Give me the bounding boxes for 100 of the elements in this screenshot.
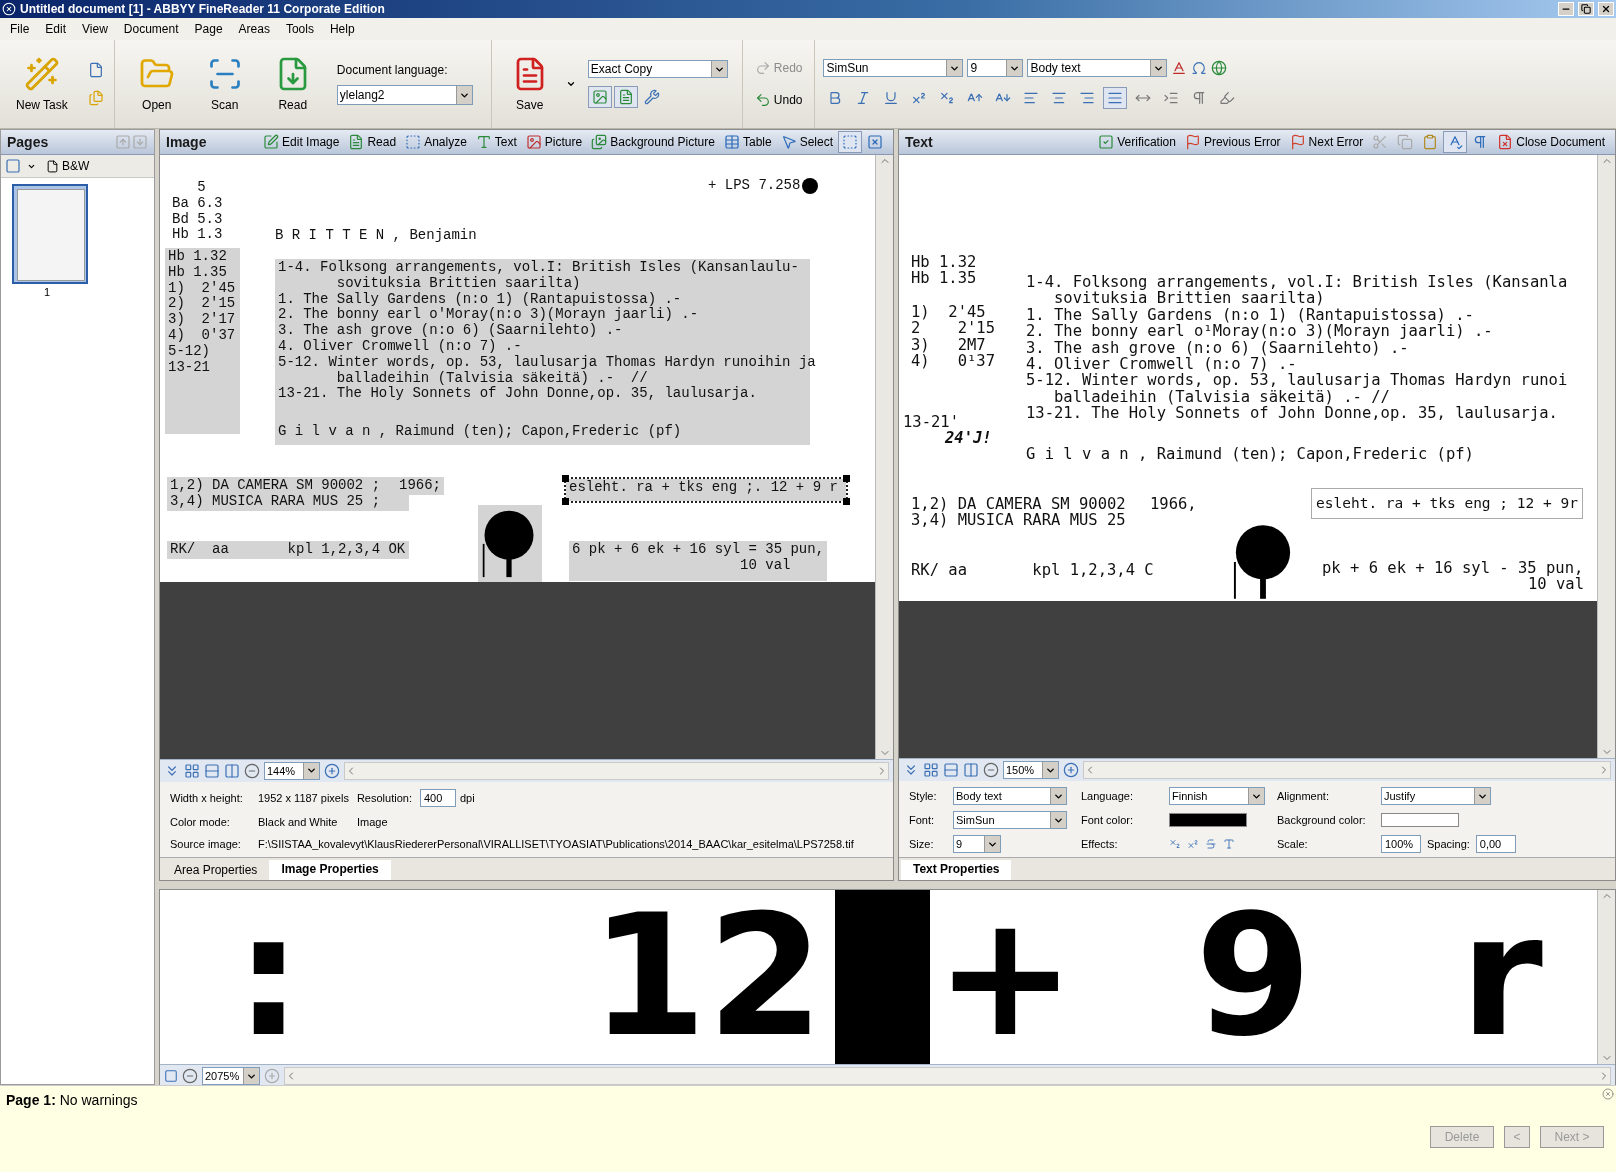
resize-handle[interactable] <box>562 498 569 505</box>
menu-item[interactable]: Page <box>186 22 231 36</box>
vertical-scrollbar[interactable] <box>1597 155 1615 759</box>
zoom-select[interactable]: 150% <box>1003 761 1059 780</box>
scanned-text-line: 4) 0'37 <box>168 328 236 344</box>
small-caps-icon <box>1223 838 1235 851</box>
properties-tab[interactable]: Area Properties <box>162 860 270 880</box>
style-select[interactable]: Body text <box>953 787 1067 806</box>
align-center-icon <box>1051 90 1068 106</box>
recognized-text-line: 4) 0¹37 <box>911 353 995 370</box>
scissors-icon <box>1372 134 1389 150</box>
background-color-swatch[interactable] <box>1381 813 1459 828</box>
size-select[interactable]: 9 <box>967 59 1024 77</box>
close-document-icon <box>1497 134 1514 150</box>
toolbar-button[interactable]: Table <box>719 131 776 153</box>
property-label: Effects: <box>1081 838 1119 851</box>
horizontal-scrollbar[interactable] <box>1083 761 1611 780</box>
open-button[interactable]: Open <box>132 52 181 116</box>
property-value: Black and White <box>258 816 339 829</box>
style-select[interactable]: Body text <box>1027 59 1168 77</box>
resolution-field[interactable]: 400 <box>419 789 456 808</box>
size-select[interactable]: 9 <box>953 835 1001 854</box>
vertical-scrollbar[interactable] <box>1597 890 1615 1065</box>
restore-button[interactable] <box>1578 2 1594 16</box>
scanned-text-line: 1. The Sally Gardens (n:o 1) (Rantapuistossa) .- <box>278 291 682 307</box>
pages-icon <box>87 90 104 106</box>
scanned-text-line: 10 val <box>739 557 791 574</box>
undo-button[interactable]: Undo <box>750 89 807 111</box>
recognized-text-line: 1) 2'45 <box>911 304 987 321</box>
fit-page-icon <box>923 762 939 779</box>
scan-button[interactable]: Scan <box>200 52 249 116</box>
properties-tab[interactable]: Text Properties <box>901 860 1012 880</box>
toolbar-button[interactable]: Picture <box>521 131 587 153</box>
menu-item[interactable]: Document <box>115 22 187 36</box>
spacing-field[interactable]: 0,00 <box>1475 835 1516 854</box>
language-select[interactable]: Finnish <box>1169 787 1265 806</box>
new-task-button[interactable]: New Task <box>10 52 74 116</box>
properties-tab[interactable]: Image Properties <box>269 860 391 880</box>
text-area[interactable]: 6 pk + 6 ek + 16 syl = 35 pun, 10 val <box>569 541 827 581</box>
view-toggle-button[interactable] <box>613 86 638 108</box>
text-edit-field[interactable]: esleht. ra + tks eng ; 12 + 9r <box>1311 488 1583 519</box>
scale-field[interactable]: 100% <box>1381 835 1421 854</box>
toolbar-icon-button[interactable] <box>838 131 862 153</box>
toolbar-button[interactable]: Edit Image <box>259 131 344 153</box>
menu-item[interactable]: Tools <box>277 22 322 36</box>
recognized-text-line: 3,4) MUSICA RARA MUS 25 <box>911 512 1126 529</box>
toolbar-button[interactable]: Background Picture <box>587 131 719 153</box>
page-thumbnail[interactable] <box>12 184 88 284</box>
language-select[interactable]: ylelang2 <box>336 85 473 105</box>
toolbar-icon-button[interactable] <box>1443 131 1468 153</box>
toolbar-button[interactable]: Analyze <box>401 131 471 153</box>
scanned-text-line: 6 pk + 6 ek + 16 syl = 35 pun, <box>572 542 825 558</box>
toolbar-button[interactable]: Select <box>776 131 837 153</box>
recognized-text-line: 2 2'15 <box>911 320 995 337</box>
property-label: Size: <box>909 838 935 851</box>
picture-icon <box>591 89 608 105</box>
toolbar-button[interactable]: Next Error <box>1285 131 1368 153</box>
toolbar-button[interactable]: Close Document <box>1493 131 1609 153</box>
menu-item[interactable]: Edit <box>37 22 75 36</box>
text-area[interactable]: 5 Ba 6.3 Bd 5.3 Hb 1.3 <box>169 179 226 245</box>
globe-icon <box>1211 60 1228 76</box>
zoom-select[interactable]: 2075% <box>202 1067 260 1086</box>
horizontal-scrollbar[interactable] <box>284 1067 1611 1086</box>
scanned-text-line: 3. The ash grove (n:o 6) (Saarnilehto) .- <box>278 323 623 339</box>
resize-handle[interactable] <box>843 498 850 505</box>
caret-icon <box>565 79 576 89</box>
menu-item[interactable]: File <box>2 22 38 36</box>
toolbar-button[interactable]: Verification <box>1094 131 1180 153</box>
property-label: Spacing: <box>1427 838 1470 851</box>
view-toggle-button[interactable] <box>587 86 612 108</box>
horizontal-scrollbar[interactable] <box>344 761 889 780</box>
font-select[interactable]: SimSun <box>823 59 964 77</box>
underline-icon <box>883 90 900 106</box>
omega-icon <box>1191 60 1208 76</box>
read-button[interactable]: Read <box>268 52 317 116</box>
zoomed-glyph: : <box>235 892 303 1060</box>
unit-label: dpi <box>459 792 475 805</box>
minimize-button[interactable] <box>1558 2 1574 16</box>
resize-handle[interactable] <box>843 475 850 482</box>
resize-handle[interactable] <box>562 475 569 482</box>
menu-item[interactable]: View <box>74 22 116 36</box>
toolbar-button[interactable]: Previous Error <box>1180 131 1285 153</box>
close-button[interactable] <box>1598 2 1614 16</box>
zoom-select[interactable]: 144% <box>264 761 320 780</box>
menu-item[interactable]: Areas <box>230 22 278 36</box>
text-area[interactable]: Hb 1.32 Hb 1.35 1) 2'45 2) 2'15 3) 2'17 4) 0'37 5-12) 13-21 <box>165 248 240 434</box>
toolbar-button[interactable]: Text <box>471 131 521 153</box>
save-mode-select[interactable]: Exact Copy <box>587 60 728 78</box>
text-area[interactable]: + LPS 7.258 <box>705 177 822 195</box>
alignment-select[interactable]: Justify <box>1381 787 1491 806</box>
scanned-text-line: 5 <box>196 180 206 196</box>
format-button[interactable] <box>1103 87 1128 109</box>
square-x-icon <box>867 134 883 150</box>
toolbar-button[interactable]: Read <box>344 131 401 153</box>
vertical-scrollbar[interactable] <box>875 155 893 759</box>
font-select[interactable]: SimSun <box>953 811 1067 830</box>
menu-item[interactable]: Help <box>321 22 363 36</box>
save-button[interactable]: Save <box>505 52 554 116</box>
fit-width-icon <box>204 762 220 779</box>
font-color-swatch[interactable] <box>1169 813 1247 828</box>
